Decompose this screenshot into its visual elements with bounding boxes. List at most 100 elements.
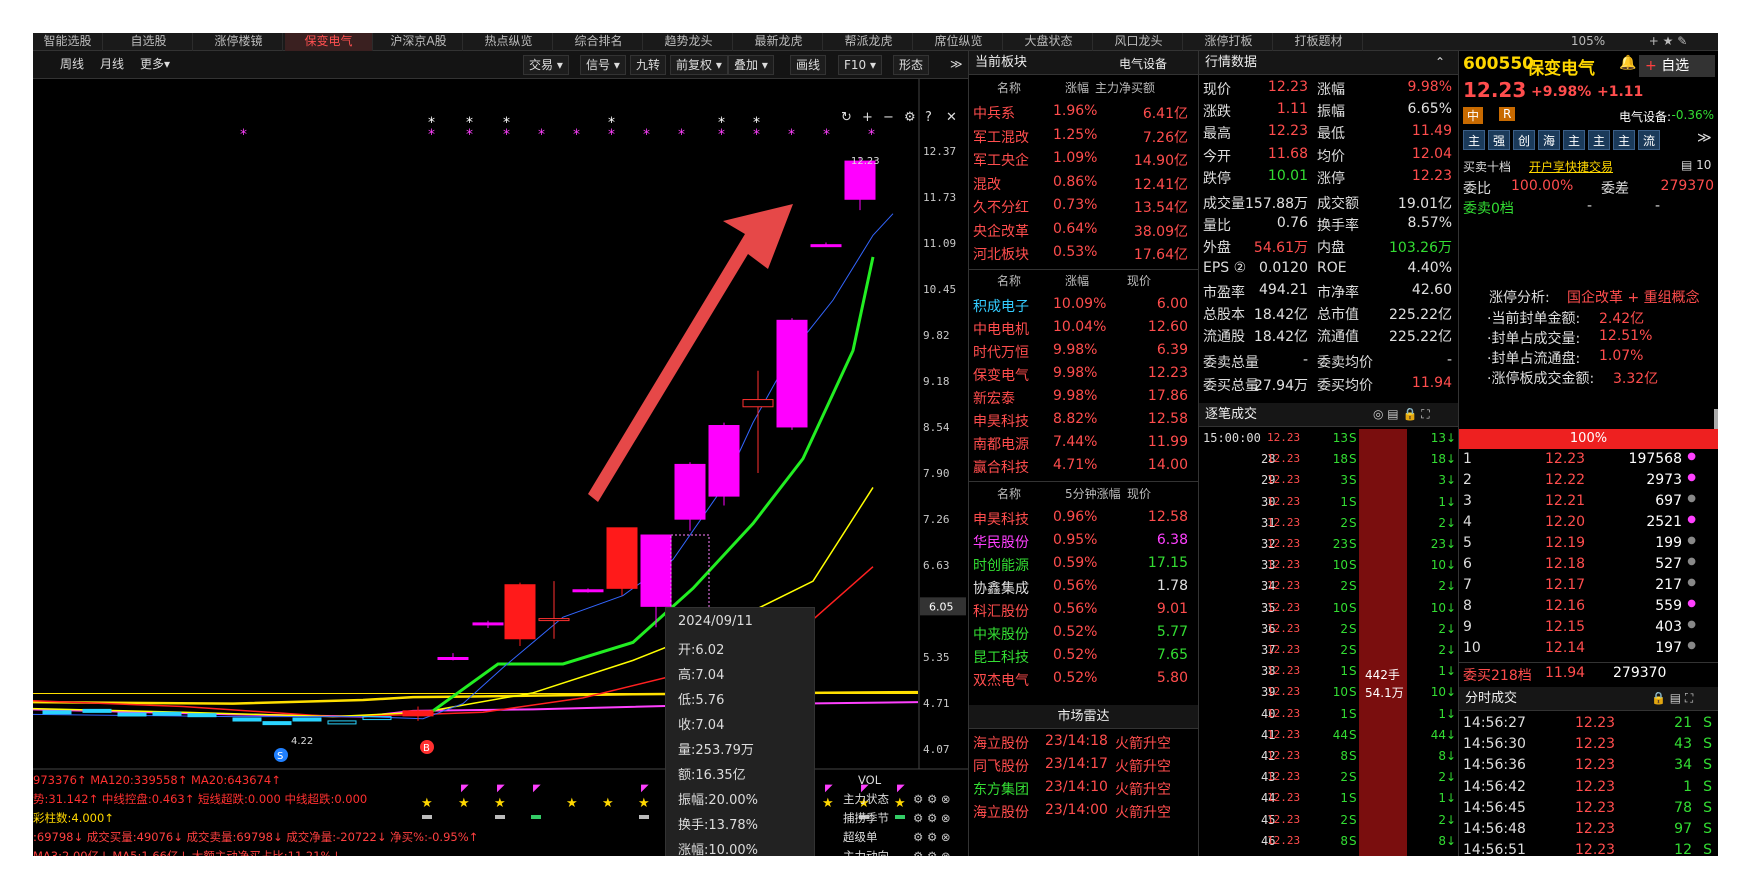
quick-button[interactable]: 流: [1638, 130, 1660, 150]
quick-button[interactable]: 主: [1563, 130, 1585, 150]
tick-side: S: [1349, 473, 1357, 488]
expand-icon[interactable]: ≫: [945, 55, 968, 75]
indicator-controls-icon[interactable]: ⚙ ⚙ ⊗: [913, 828, 951, 847]
sector-row-name[interactable]: 军工混改: [973, 127, 1029, 147]
sector-row-name[interactable]: 协鑫集成: [973, 578, 1029, 598]
indicator-name[interactable]: 超级单: [843, 828, 878, 847]
sector-row-name[interactable]: 中电电机: [973, 319, 1029, 339]
tooltip-key: 低: [678, 693, 692, 708]
radar-stock[interactable]: 同飞股份: [973, 756, 1029, 776]
sector-row-name[interactable]: 保变电气: [973, 365, 1029, 385]
tab-2[interactable]: 涨停楼镜: [195, 33, 283, 51]
sector-row-name[interactable]: 中来股份: [973, 624, 1029, 644]
indicator-controls-icon[interactable]: ⚙ ⚙ ⊗: [913, 809, 951, 828]
fenshi-qty: 34: [1674, 757, 1692, 774]
sector-row-name[interactable]: 科汇股份: [973, 601, 1029, 621]
sector-row-name[interactable]: 混改: [973, 174, 1001, 194]
toolbar-button-3[interactable]: 前复权 ▾: [670, 55, 728, 75]
toolbar-button-6[interactable]: F10 ▾: [838, 55, 883, 75]
tick-qty2: 23: [1430, 537, 1446, 551]
signal-asterisk: *: [678, 127, 685, 143]
indicator-controls-icon[interactable]: ⚙ ⚙ ⊗: [913, 790, 951, 809]
indicator-name[interactable]: 主力状态: [843, 790, 889, 809]
sector-row-name[interactable]: 时代万恒: [973, 342, 1029, 362]
quote-value: 1.11: [1276, 101, 1308, 118]
tab-8[interactable]: 最新龙虎: [735, 33, 823, 51]
add-watch-button[interactable]: + 自选: [1639, 55, 1715, 77]
sector-row-name[interactable]: 积成电子: [973, 296, 1029, 316]
bid-price: 12.14: [1545, 640, 1586, 656]
collapse-icon[interactable]: ⌃: [1435, 55, 1445, 69]
tab-1[interactable]: 自选股: [105, 33, 193, 51]
tab-10[interactable]: 席位纵览: [915, 33, 1003, 51]
sector-row-name[interactable]: 双杰电气: [973, 670, 1029, 690]
toolbar-button-1[interactable]: 信号 ▾: [580, 55, 626, 75]
sector-row-name[interactable]: 时创能源: [973, 555, 1029, 575]
kline-chart[interactable]: ↻ + − ⚙? ✕ 12.37 11.73 11.09 10.45 9.82 9.18 8.54 7.…: [33, 79, 968, 856]
sector-row-name[interactable]: 南都电源: [973, 434, 1029, 454]
quote-label: 跌停: [1203, 170, 1231, 187]
toolbar-button-0[interactable]: 交易 ▾: [523, 55, 569, 75]
tab-6[interactable]: 综合排名: [555, 33, 643, 51]
sector-row-name[interactable]: 久不分红: [973, 197, 1029, 217]
sector-row-name[interactable]: 河北板块: [973, 244, 1029, 264]
radar-stock[interactable]: 海立股份: [973, 733, 1029, 753]
tick-qty: 1: [1340, 706, 1348, 721]
candle: [152, 711, 182, 716]
sector-row-pct: 0.96%: [1053, 509, 1098, 525]
radar-stock[interactable]: 海立股份: [973, 802, 1029, 822]
quick-button[interactable]: 强: [1488, 130, 1510, 150]
quick-button[interactable]: 海: [1538, 130, 1560, 150]
tooltip-row: 振幅:20.00%: [678, 789, 758, 808]
tab-4[interactable]: 沪深京A股: [375, 33, 463, 51]
star-icon: ★: [494, 796, 506, 811]
period-button-0[interactable]: 周线: [55, 55, 89, 75]
radar-stock[interactable]: 东方集团: [973, 779, 1029, 799]
quote-value: 42.60: [1411, 281, 1452, 298]
quick-button[interactable]: 创: [1513, 130, 1535, 150]
period-button-2[interactable]: 更多▾: [135, 55, 175, 75]
quick-button[interactable]: 主: [1588, 130, 1610, 150]
tab-14[interactable]: 打板题材: [1275, 33, 1363, 51]
panel-icons[interactable]: ▤ 10: [1681, 158, 1711, 172]
toolbar-button-7[interactable]: 形态: [893, 55, 930, 75]
window-controls-icon[interactable]: + ★ ✎: [1623, 33, 1713, 51]
tab-13[interactable]: 涨停打板: [1185, 33, 1273, 51]
quick-trade-link[interactable]: 开户享快捷交易: [1529, 158, 1613, 175]
sector-row-name[interactable]: 新宏泰: [973, 388, 1015, 408]
sector-row-name[interactable]: 央企改革: [973, 221, 1029, 241]
ticks-tool-icons[interactable]: ◎ ▤ 🔒 ⛶: [1373, 407, 1430, 422]
sector-row-pct: 0.56%: [1053, 601, 1098, 617]
bell-icon[interactable]: 🔔: [1619, 55, 1636, 71]
bid-qty: 2521: [1646, 514, 1682, 530]
sector-row-name[interactable]: 申昊科技: [973, 411, 1029, 431]
toolbar-button-2[interactable]: 九转: [630, 55, 667, 75]
tick-time: 15:00:00: [1203, 431, 1261, 445]
tab-9[interactable]: 帮派龙虎: [825, 33, 913, 51]
tab-11[interactable]: 大盘状态: [1005, 33, 1093, 51]
sector-sub[interactable]: 电气设备: [1119, 55, 1167, 72]
period-button-1[interactable]: 月线: [95, 55, 129, 75]
tab-7[interactable]: 趋势龙头: [645, 33, 733, 51]
indicator-controls-icon[interactable]: ⚙ ⚙ ⊗: [913, 847, 951, 856]
expand-icon[interactable]: ≫: [1697, 130, 1712, 146]
toolbar-button-5[interactable]: 画线: [790, 55, 827, 75]
fenshi-icons[interactable]: 🔒 ▤ ⛶: [1651, 691, 1693, 706]
quick-button[interactable]: 主: [1613, 130, 1635, 150]
toolbar-button-4[interactable]: 叠加 ▾: [728, 55, 774, 75]
quote-value: -: [1446, 352, 1452, 369]
tab-12[interactable]: 风口龙头: [1095, 33, 1183, 51]
quick-button[interactable]: 主: [1463, 130, 1485, 150]
sector-row-name[interactable]: 中兵系: [973, 103, 1015, 123]
sector-row-name[interactable]: 赢合科技: [973, 457, 1029, 477]
sector-row-name[interactable]: 华民股份: [973, 532, 1029, 552]
indicator-name[interactable]: 主力动向: [843, 847, 889, 856]
sector-row-name[interactable]: 军工央企: [973, 150, 1029, 170]
tab-5[interactable]: 热点纵览: [465, 33, 553, 51]
tick-price: 12.23: [1267, 812, 1301, 826]
tab-3[interactable]: 保变电气: [285, 33, 373, 51]
tab-0[interactable]: 智能选股: [33, 33, 103, 51]
sector-row-name[interactable]: 昆工科技: [973, 647, 1029, 667]
indicator-name[interactable]: 捕捞季节: [843, 809, 889, 828]
sector-row-name[interactable]: 申昊科技: [973, 509, 1029, 529]
